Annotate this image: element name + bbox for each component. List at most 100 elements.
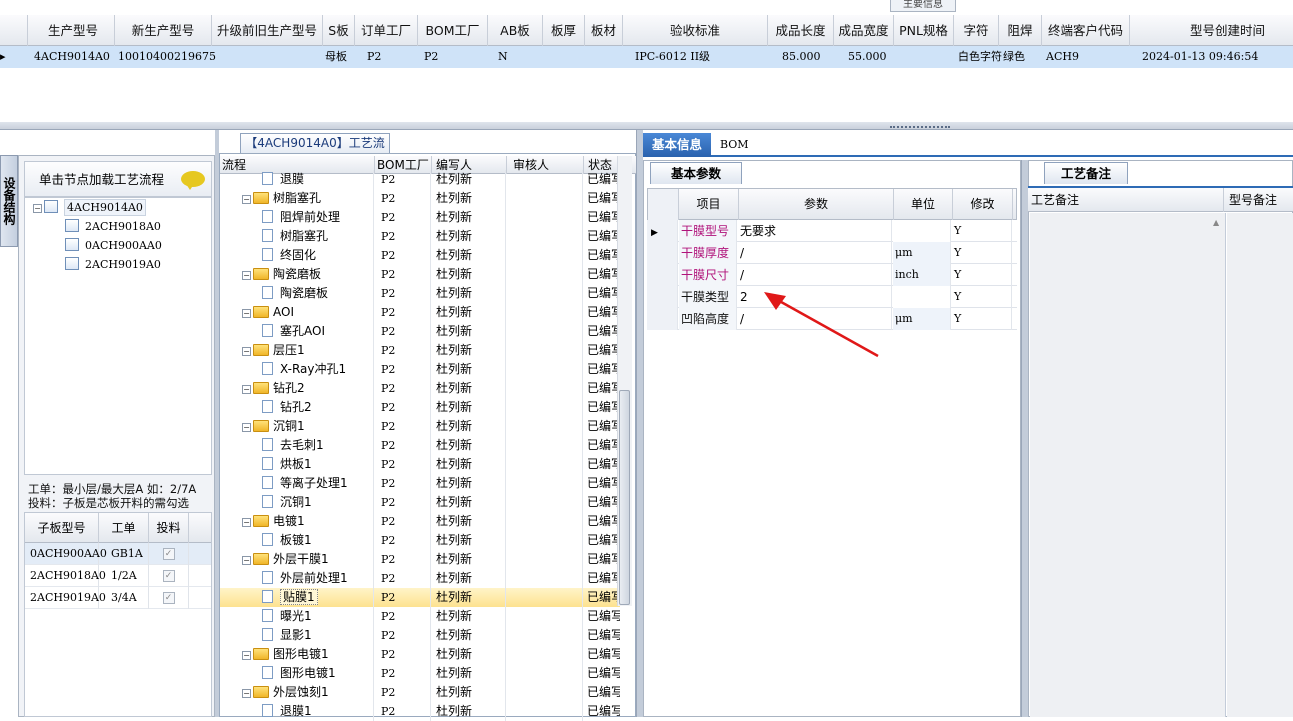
table-cell[interactable]: P2 xyxy=(375,702,431,721)
tab-basic-info[interactable]: 基本信息 xyxy=(643,133,711,157)
tab-basic-params[interactable]: 基本参数 xyxy=(650,162,742,184)
table-cell[interactable]: 已编写 xyxy=(584,360,620,379)
table-cell[interactable]: 已编写 xyxy=(584,512,620,531)
col-header[interactable]: 新生产型号 xyxy=(115,15,212,46)
table-cell[interactable]: 已编写 xyxy=(584,702,620,721)
process-remark-field[interactable] xyxy=(1030,213,1226,717)
table-cell[interactable]: 已编写 xyxy=(584,417,620,436)
table-cell[interactable] xyxy=(507,322,583,341)
table-cell[interactable]: 已编写 xyxy=(584,341,620,360)
col-header[interactable]: S板 xyxy=(323,15,355,46)
collapse-icon[interactable]: − xyxy=(33,204,42,213)
process-node[interactable]: 显影1 xyxy=(220,626,374,645)
table-cell[interactable]: P2 xyxy=(375,550,431,569)
table-cell[interactable] xyxy=(507,360,583,379)
table-cell[interactable]: P2 xyxy=(375,683,431,702)
table-cell[interactable]: P2 xyxy=(375,569,431,588)
param-value[interactable]: / xyxy=(738,264,892,286)
table-cell[interactable] xyxy=(507,170,583,189)
col-header[interactable]: 子板型号 xyxy=(25,513,99,543)
table-cell[interactable]: 已编写 xyxy=(584,588,620,607)
table-cell[interactable]: N xyxy=(498,46,543,68)
table-row[interactable]: ▸ 4ACH9014A0 10010400219675 母板 P2 P2 N IPC-6012… xyxy=(0,46,1293,68)
table-cell[interactable] xyxy=(507,588,583,607)
table-cell[interactable] xyxy=(507,493,583,512)
table-cell[interactable] xyxy=(507,607,583,626)
table-cell[interactable]: 已编写 xyxy=(584,607,620,626)
table-cell[interactable]: P2 xyxy=(375,341,431,360)
process-node[interactable]: 等离子处理1 xyxy=(220,474,374,493)
table-cell[interactable]: 已编写 xyxy=(584,436,620,455)
table-cell[interactable]: 杜列新 xyxy=(432,664,506,683)
splitter-grip[interactable] xyxy=(890,126,950,129)
table-cell[interactable]: 杜列新 xyxy=(432,493,506,512)
process-node[interactable]: 塞孔AOI xyxy=(220,322,374,341)
table-cell[interactable]: P2 xyxy=(375,227,431,246)
process-row[interactable]: 沉铜1 P2 杜列新 已编写 xyxy=(220,493,620,512)
table-cell[interactable]: 已编写 xyxy=(584,170,620,189)
process-row[interactable]: 退膜 P2 杜列新 已编写 xyxy=(220,170,620,189)
table-cell[interactable]: 杜列新 xyxy=(432,474,506,493)
collapse-icon[interactable]: − xyxy=(242,556,251,565)
table-cell[interactable]: 10010400219675 xyxy=(118,46,216,68)
table-cell[interactable]: P2 xyxy=(375,531,431,550)
table-cell[interactable]: 已编写 xyxy=(584,303,620,322)
process-node[interactable]: − 层压1 xyxy=(220,341,374,360)
process-row[interactable]: 图形电镀1 P2 杜列新 已编写 xyxy=(220,664,620,683)
splitter[interactable] xyxy=(636,130,643,717)
tree-node[interactable]: 0ACH900AA0 xyxy=(25,236,211,255)
process-row[interactable]: − 电镀1 P2 杜列新 已编写 xyxy=(220,512,620,531)
table-cell[interactable]: 已编写 xyxy=(584,246,620,265)
collapse-icon[interactable]: − xyxy=(242,385,251,394)
table-cell[interactable]: P2 xyxy=(375,436,431,455)
process-row[interactable]: − 外层蚀刻1 P2 杜列新 已编写 xyxy=(220,683,620,702)
process-node[interactable]: 陶瓷磨板 xyxy=(220,284,374,303)
process-node[interactable]: 沉铜1 xyxy=(220,493,374,512)
table-cell[interactable]: GB1A xyxy=(99,543,149,565)
process-node[interactable]: − 陶瓷磨板 xyxy=(220,265,374,284)
table-cell[interactable]: P2 xyxy=(375,170,431,189)
process-row[interactable]: − 外层干膜1 P2 杜列新 已编写 xyxy=(220,550,620,569)
table-cell[interactable]: P2 xyxy=(375,284,431,303)
process-row[interactable]: 曝光1 P2 杜列新 已编写 xyxy=(220,607,620,626)
process-row[interactable]: − 树脂塞孔 P2 杜列新 已编写 xyxy=(220,189,620,208)
process-row[interactable]: 塞孔AOI P2 杜列新 已编写 xyxy=(220,322,620,341)
col-header[interactable]: BOM工厂 xyxy=(418,15,488,46)
col-header[interactable]: 升级前旧生产型号 xyxy=(212,15,323,46)
table-cell[interactable]: 杜列新 xyxy=(432,246,506,265)
table-cell[interactable] xyxy=(507,683,583,702)
table-cell[interactable]: P2 xyxy=(375,303,431,322)
process-row[interactable]: − 图形电镀1 P2 杜列新 已编写 xyxy=(220,645,620,664)
table-cell[interactable]: 2ACH9018A0 xyxy=(25,565,106,587)
table-cell[interactable]: 母板 xyxy=(325,46,355,68)
param-modify[interactable]: Y xyxy=(952,264,1012,286)
process-row[interactable]: 终固化 P2 杜列新 已编写 xyxy=(220,246,620,265)
table-cell[interactable]: 杜列新 xyxy=(432,569,506,588)
table-cell[interactable] xyxy=(507,208,583,227)
table-cell[interactable]: P2 xyxy=(375,664,431,683)
tree-node[interactable]: 2ACH9018A0 xyxy=(25,217,211,236)
table-cell[interactable] xyxy=(507,455,583,474)
collapse-icon[interactable]: − xyxy=(242,651,251,660)
table-cell[interactable]: 已编写 xyxy=(584,493,620,512)
table-cell[interactable]: 杜列新 xyxy=(432,645,506,664)
table-cell[interactable] xyxy=(507,379,583,398)
process-node[interactable]: − 电镀1 xyxy=(220,512,374,531)
table-row[interactable]: 2ACH9018A0 1/2A ✓ xyxy=(25,565,211,587)
process-node[interactable]: − 钻孔2 xyxy=(220,379,374,398)
table-cell[interactable]: 杜列新 xyxy=(432,341,506,360)
table-cell[interactable] xyxy=(507,569,583,588)
table-cell[interactable]: P2 xyxy=(367,46,418,68)
col-header[interactable]: 投料 xyxy=(149,513,189,543)
table-cell[interactable]: 杜列新 xyxy=(432,550,506,569)
process-node[interactable]: 曝光1 xyxy=(220,607,374,626)
table-cell[interactable]: 杜列新 xyxy=(432,436,506,455)
table-cell[interactable]: 55.000 xyxy=(848,46,894,68)
table-cell[interactable]: 杜列新 xyxy=(432,303,506,322)
feed-checkbox[interactable]: ✓ xyxy=(149,587,189,609)
table-cell[interactable]: P2 xyxy=(375,208,431,227)
feed-checkbox[interactable]: ✓ xyxy=(149,565,189,587)
table-cell[interactable]: 杜列新 xyxy=(432,208,506,227)
process-row[interactable]: 退膜1 P2 杜列新 已编写 xyxy=(220,702,620,721)
table-cell[interactable] xyxy=(507,284,583,303)
